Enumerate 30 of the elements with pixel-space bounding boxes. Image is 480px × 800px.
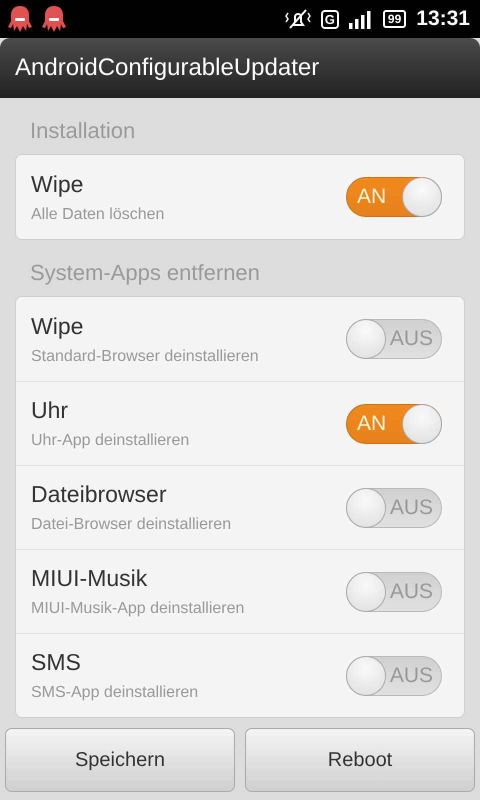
signal-icon	[348, 9, 373, 29]
setting-summary: SMS-App deinstallieren	[31, 684, 200, 702]
setting-title: Wipe	[31, 170, 84, 198]
setting-title: Uhr	[31, 397, 70, 424]
battery-level: 99	[382, 10, 406, 28]
toggle-switch[interactable]: AUS	[346, 488, 442, 528]
toggle-switch[interactable]: AUS	[346, 319, 442, 359]
reboot-button[interactable]: Reboot	[245, 728, 475, 792]
section-header: Installation	[30, 118, 136, 143]
toggle-switch[interactable]: AUS	[346, 572, 442, 612]
setting-title: MIUI-Musik	[31, 565, 148, 592]
setting-summary: Datei-Browser deinstallieren	[31, 516, 232, 534]
setting-title: Wipe	[31, 312, 84, 340]
silent-bell-icon	[284, 7, 311, 31]
setting-title: Dateibrowser	[31, 481, 168, 508]
toggle-switch[interactable]: AN	[346, 404, 442, 444]
setting-summary: Alle Daten löschen	[31, 206, 166, 224]
octopus-icon	[8, 4, 32, 34]
toggle-switch[interactable]: AUS	[346, 656, 442, 696]
toggle-switch[interactable]: AN	[346, 177, 442, 217]
setting-summary: Uhr-App deinstallieren	[31, 432, 190, 450]
setting-title: SMS	[31, 649, 82, 676]
clock: 13:31	[416, 7, 470, 31]
setting-summary: Standard-Browser deinstallieren	[31, 348, 260, 366]
section-header: System-Apps entfernen	[30, 260, 260, 285]
save-button[interactable]: Speichern	[5, 728, 235, 792]
octopus-icon	[42, 4, 66, 34]
network-type-indicator: G	[320, 10, 339, 28]
setting-summary: MIUI-Musik-App deinstallieren	[31, 600, 246, 618]
window-title: AndroidConfigurableUpdater	[15, 54, 320, 82]
